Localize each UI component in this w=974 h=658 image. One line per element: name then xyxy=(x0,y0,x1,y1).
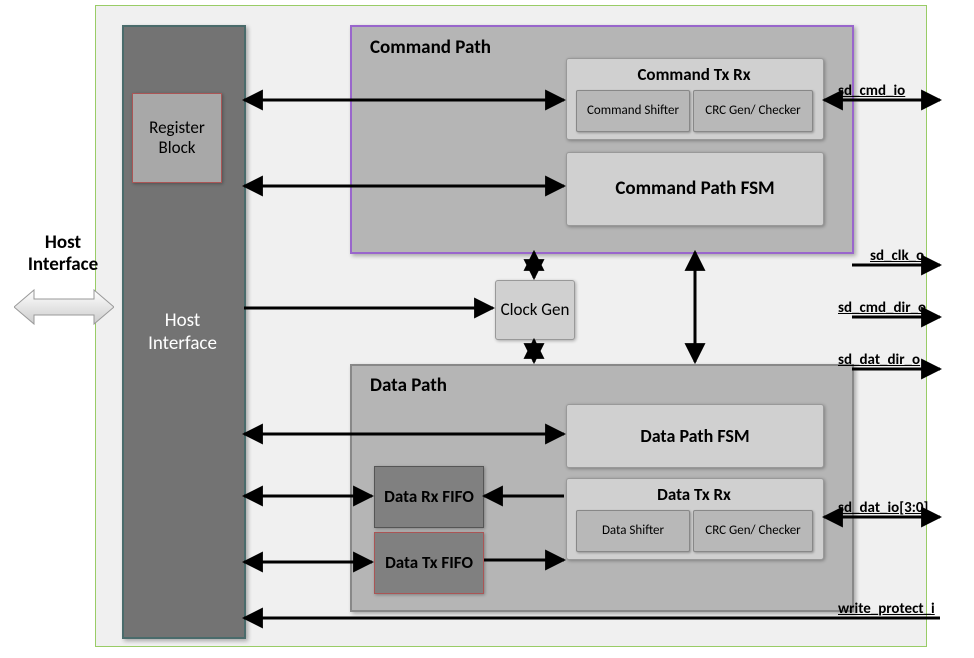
data-rx-fifo-block: Data Rx FIFO xyxy=(374,466,484,528)
host-interface-external-label: Host Interface xyxy=(18,232,108,276)
signal-sd-dat-io: sd_dat_io[3:0] xyxy=(838,499,928,517)
command-shifter-block: Command Shifter xyxy=(576,90,690,132)
signal-sd-dat-dir-o: sd_dat_dir_o xyxy=(838,351,920,369)
host-interface-label: Host Interface xyxy=(140,310,225,356)
data-shifter-block: Data Shifter xyxy=(576,510,690,552)
command-path-title: Command Path xyxy=(370,36,491,59)
command-crc-block: CRC Gen/ Checker xyxy=(693,90,813,132)
signal-sd-clk-o: sd_clk_o xyxy=(870,247,924,265)
data-tx-fifo-block: Data Tx FIFO xyxy=(374,532,484,594)
command-txrx-title: Command Tx Rx xyxy=(572,64,816,85)
data-path-fsm-block: Data Path FSM xyxy=(566,404,824,468)
register-block: Register Block xyxy=(132,93,222,183)
command-path-fsm-block: Command Path FSM xyxy=(566,152,824,226)
signal-sd-cmd-io: sd_cmd_io xyxy=(838,82,905,100)
clock-gen-block: Clock Gen xyxy=(495,280,575,340)
signal-write-protect: write_protect_i xyxy=(838,600,935,618)
signal-sd-cmd-dir-o: sd_cmd_dir_o xyxy=(838,299,926,317)
data-crc-block: CRC Gen/ Checker xyxy=(693,510,813,552)
data-path-title: Data Path xyxy=(370,374,447,397)
data-txrx-title: Data Tx Rx xyxy=(572,484,816,505)
host-interface-arrow-icon xyxy=(14,287,114,327)
diagram-canvas: Host Interface Register Block Host Inter… xyxy=(0,0,974,658)
